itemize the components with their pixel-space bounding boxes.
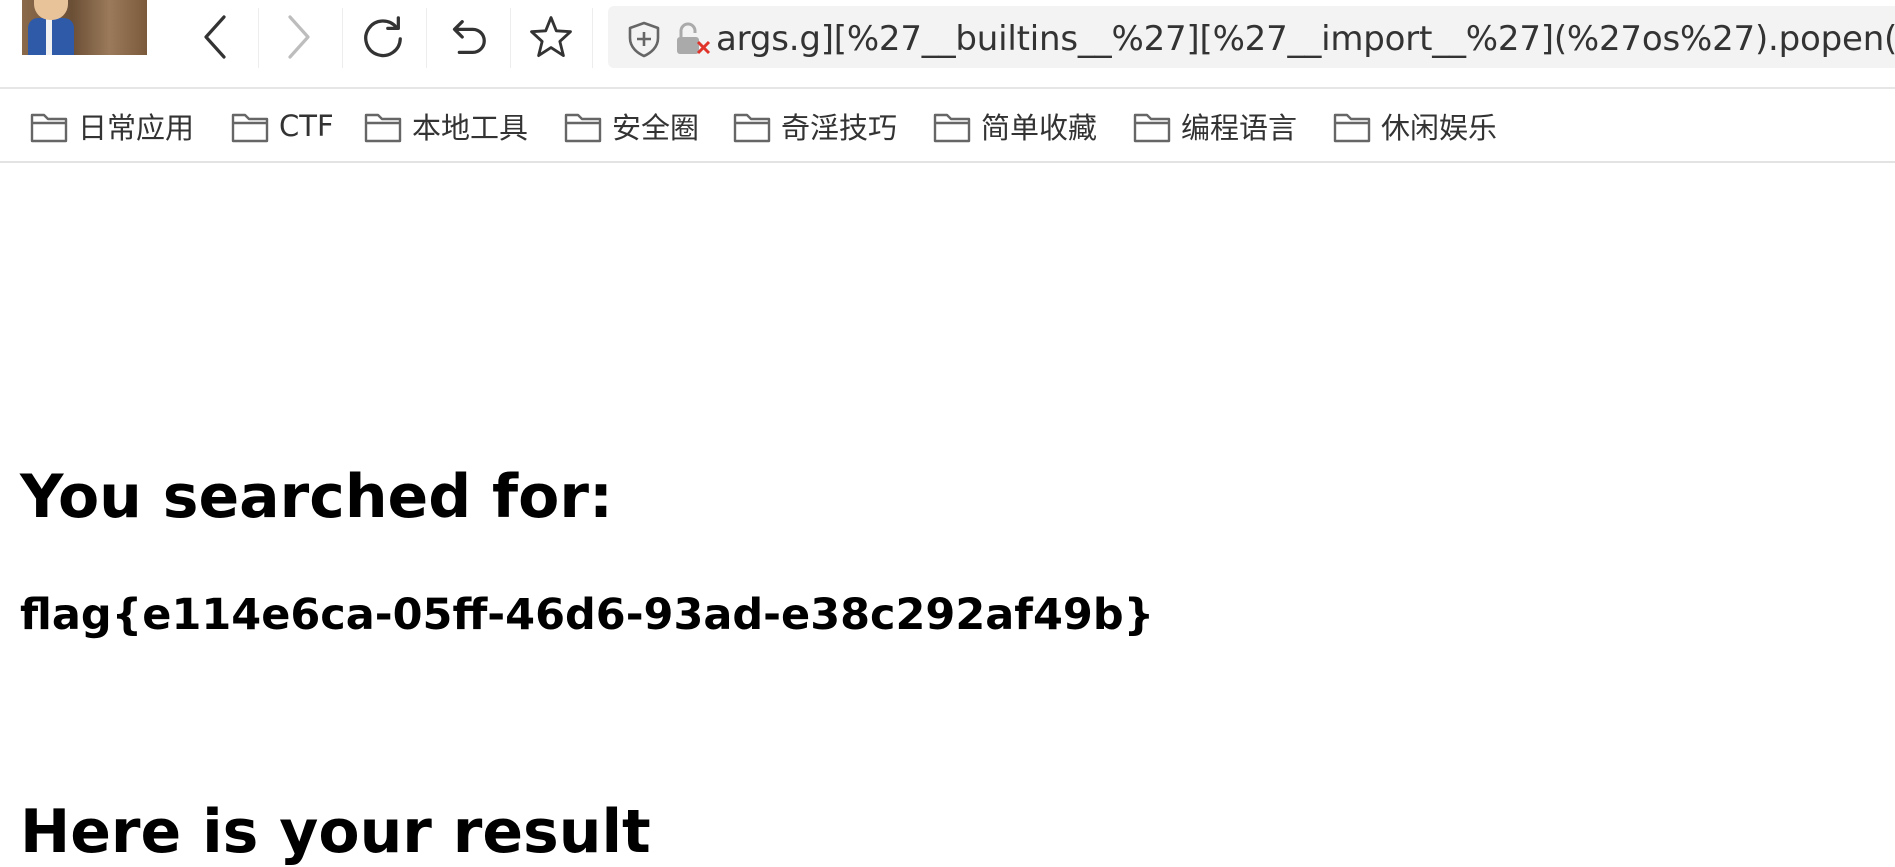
avatar-figure-strap xyxy=(46,18,52,55)
folder-icon xyxy=(231,113,269,143)
bookmark-folder-programming[interactable]: 编程语言 xyxy=(1133,107,1297,145)
bookmark-folder-local-tools[interactable]: 本地工具 xyxy=(364,107,528,145)
folder-icon xyxy=(1133,113,1171,143)
bookmark-star-button[interactable] xyxy=(528,12,574,62)
search-heading: You searched for: xyxy=(20,462,613,532)
bookmark-folder-daily-apps[interactable]: 日常应用 xyxy=(30,107,194,145)
avatar-figure-head xyxy=(34,0,68,20)
bookmark-folder-favorites[interactable]: 简单收藏 xyxy=(933,107,1097,145)
forward-arrow-icon xyxy=(288,15,310,59)
folder-icon xyxy=(933,113,971,143)
undo-icon xyxy=(452,20,486,54)
bookmarks-bar: 日常应用 CTF 本地工具 安全圈 奇淫技巧 简单收藏 编程语言 休闲娱乐 xyxy=(0,89,1895,163)
folder-icon xyxy=(564,113,602,143)
address-bar[interactable]: args.g][%27__builtins__%27][%27__import_… xyxy=(608,6,1895,68)
bookmark-label: 休闲娱乐 xyxy=(1381,111,1498,145)
insecure-lock-icon xyxy=(677,22,711,55)
back-button[interactable] xyxy=(192,12,238,62)
toolbar-separator xyxy=(426,8,427,68)
bookmark-folder-leisure[interactable]: 休闲娱乐 xyxy=(1333,107,1497,145)
toolbar-separator xyxy=(592,8,593,68)
undo-button[interactable] xyxy=(444,12,490,62)
folder-icon xyxy=(30,113,68,143)
folder-icon xyxy=(1333,113,1371,143)
bookmark-label: 本地工具 xyxy=(412,111,529,145)
reload-icon xyxy=(364,16,402,58)
reload-button[interactable] xyxy=(360,12,406,62)
folder-icon xyxy=(733,113,771,143)
search-value-text: flag{e114e6ca-05ff-46d6-93ad-e38c292af49… xyxy=(20,590,1155,640)
bookmark-folder-ctf[interactable]: CTF xyxy=(231,107,334,145)
bookmark-label: CTF xyxy=(279,109,334,143)
bookmark-label: 日常应用 xyxy=(78,111,195,145)
star-icon xyxy=(530,16,572,57)
bookmark-folder-tricks[interactable]: 奇淫技巧 xyxy=(733,107,897,145)
shield-icon xyxy=(628,21,660,58)
forward-button[interactable] xyxy=(276,12,322,62)
bookmark-label: 简单收藏 xyxy=(981,111,1098,145)
bookmark-label: 奇淫技巧 xyxy=(781,111,898,145)
toolbar-separator xyxy=(258,8,259,68)
back-arrow-icon xyxy=(204,15,226,59)
toolbar-separator xyxy=(342,8,343,68)
bookmark-label: 编程语言 xyxy=(1181,111,1298,145)
profile-avatar[interactable] xyxy=(22,0,147,55)
bookmark-label: 安全圈 xyxy=(612,111,700,145)
folder-icon xyxy=(364,113,402,143)
bookmark-folder-security-circle[interactable]: 安全圈 xyxy=(564,107,699,145)
browser-toolbar: args.g][%27__builtins__%27][%27__import_… xyxy=(0,0,1895,89)
toolbar-separator xyxy=(510,8,511,68)
address-url-text[interactable]: args.g][%27__builtins__%27][%27__import_… xyxy=(716,19,1895,59)
result-heading: Here is your result xyxy=(20,797,651,867)
